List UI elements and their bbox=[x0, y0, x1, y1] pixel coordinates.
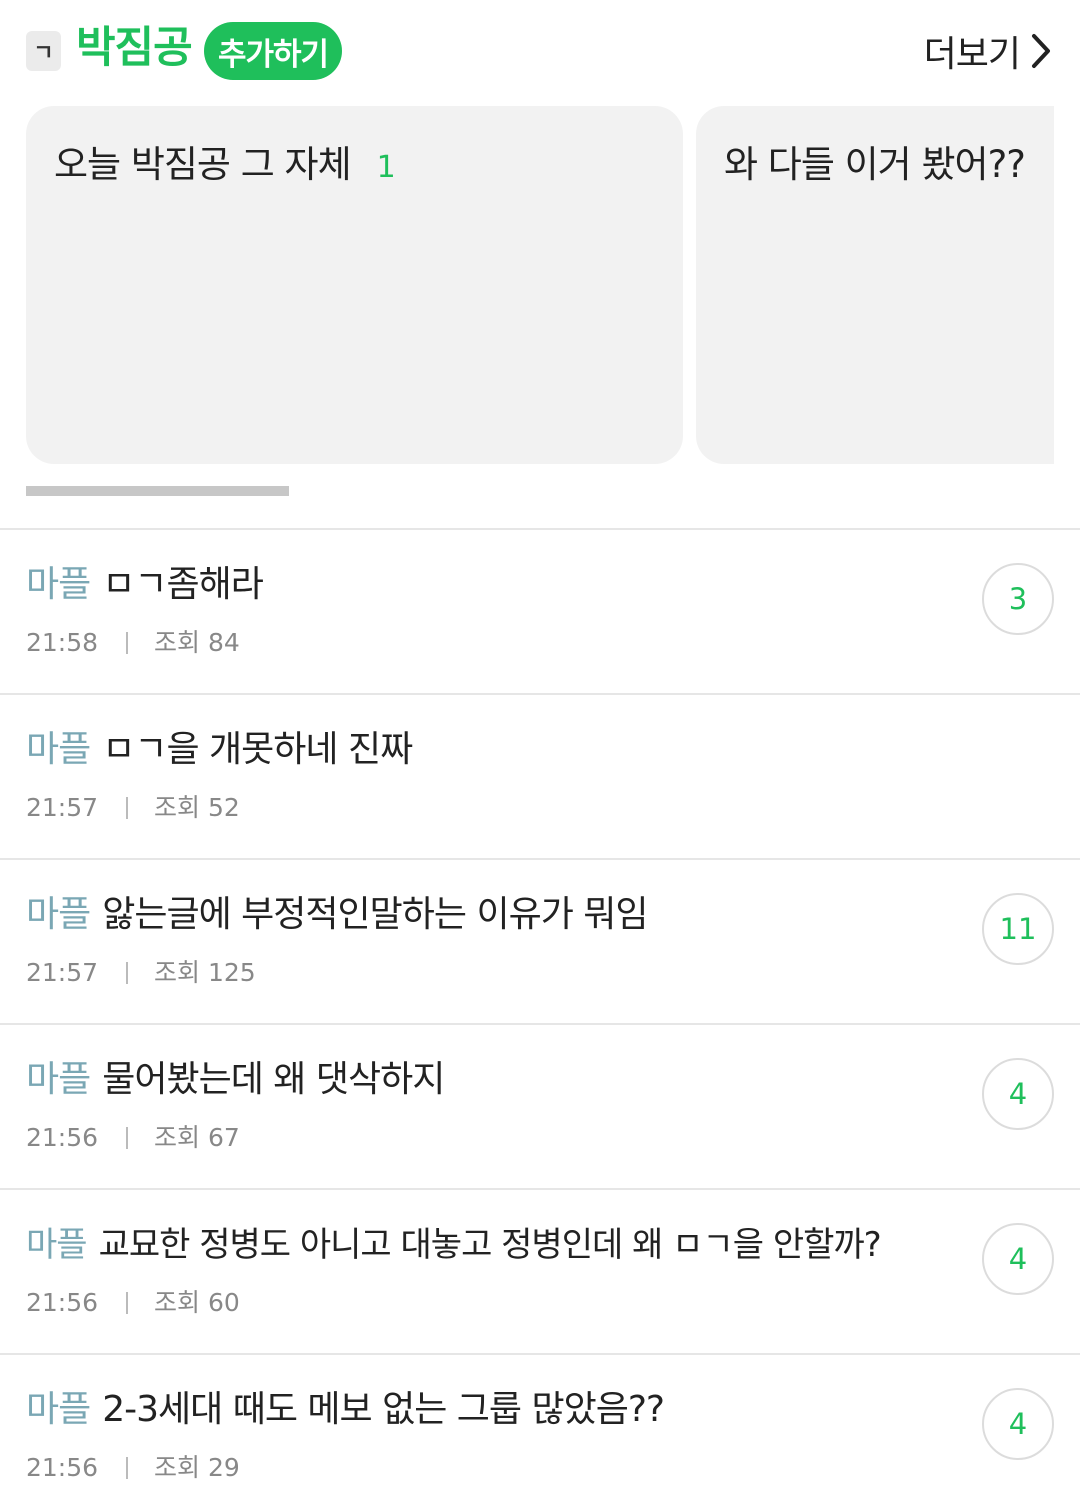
chevron-right-icon bbox=[1032, 34, 1050, 68]
post-tag: 마플 bbox=[26, 729, 91, 770]
post-views: 조회 84 bbox=[154, 628, 240, 657]
post-title: 마플 앓는글에 부정적인말하는 이유가 뭐임 bbox=[26, 894, 649, 935]
meta-separator bbox=[126, 632, 129, 654]
post-views: 조회 125 bbox=[154, 958, 256, 987]
post-time: 21:57 bbox=[26, 793, 99, 822]
post-views: 조회 29 bbox=[154, 1453, 240, 1482]
list-item[interactable]: 마플 ㅁㄱ좀해라 21:58 조회 84 3 bbox=[0, 530, 1080, 695]
featured-card-count: 1 bbox=[376, 150, 396, 185]
post-time: 21:56 bbox=[26, 1123, 99, 1152]
post-views: 조회 60 bbox=[154, 1288, 240, 1317]
post-meta: 21:57 조회 125 bbox=[26, 956, 256, 990]
featured-card-title: 오늘 박짐공 그 자체 1 bbox=[54, 143, 396, 186]
post-title: 마플 물어봤는데 왜 댓삭하지 bbox=[26, 1059, 445, 1100]
post-tag: 마플 bbox=[26, 1389, 91, 1430]
post-time: 21:58 bbox=[26, 628, 99, 657]
meta-separator bbox=[126, 1292, 129, 1314]
post-views: 조회 52 bbox=[154, 793, 240, 822]
post-time: 21:56 bbox=[26, 1453, 99, 1482]
more-label: 더보기 bbox=[923, 34, 1021, 75]
post-time: 21:57 bbox=[26, 958, 99, 987]
post-title: 마플 2-3세대 때도 메보 없는 그룹 많았음?? bbox=[26, 1389, 665, 1430]
post-tag: 마플 bbox=[26, 894, 91, 935]
post-meta: 21:56 조회 67 bbox=[26, 1121, 240, 1155]
post-title: 마플 ㅁㄱ좀해라 bbox=[26, 564, 264, 605]
post-tag: 마플 bbox=[26, 1059, 91, 1100]
meta-separator bbox=[126, 1127, 129, 1149]
list-item[interactable]: 마플 2-3세대 때도 메보 없는 그룹 많았음?? 21:56 조회 29 4 bbox=[0, 1355, 1080, 1512]
post-views: 조회 67 bbox=[154, 1123, 240, 1152]
post-title: 마플 ㅁㄱ을 개못하네 진짜 bbox=[26, 729, 413, 770]
featured-card[interactable]: 와 다들 이거 봤어?? bbox=[696, 106, 1054, 464]
featured-card[interactable]: 오늘 박짐공 그 자체 1 bbox=[26, 106, 683, 464]
board-header: ㄱ 박짐공 추가하기 더보기 bbox=[0, 0, 1080, 100]
add-board-button[interactable]: 추가하기 bbox=[204, 22, 342, 80]
list-item[interactable]: 마플 교묘한 정병도 아니고 대놓고 정병인데 왜 ㅁㄱ을 안할까? 21:56 조… bbox=[0, 1190, 1080, 1355]
post-meta: 21:56 조회 29 bbox=[26, 1451, 240, 1485]
carousel-scroll-indicator bbox=[26, 486, 289, 496]
post-title: 마플 교묘한 정병도 아니고 대놓고 정병인데 왜 ㅁㄱ을 안할까? bbox=[26, 1225, 882, 1265]
post-meta: 21:56 조회 60 bbox=[26, 1286, 240, 1320]
post-time: 21:56 bbox=[26, 1288, 99, 1317]
more-link[interactable]: 더보기 bbox=[924, 26, 1052, 76]
reply-count-badge[interactable]: 4 bbox=[982, 1388, 1054, 1460]
featured-carousel[interactable]: 오늘 박짐공 그 자체 1 와 다들 이거 봤어?? bbox=[26, 106, 1054, 464]
post-meta: 21:58 조회 84 bbox=[26, 626, 240, 660]
post-meta: 21:57 조회 52 bbox=[26, 791, 240, 825]
board-title[interactable]: 박짐공 bbox=[76, 20, 193, 76]
meta-separator bbox=[126, 1457, 129, 1479]
post-tag: 마플 bbox=[26, 1225, 88, 1265]
post-tag: 마플 bbox=[26, 564, 91, 605]
featured-card-title: 와 다들 이거 봤어?? bbox=[724, 143, 1026, 186]
reply-count-badge[interactable]: 4 bbox=[982, 1223, 1054, 1295]
meta-separator bbox=[126, 962, 129, 984]
category-badge[interactable]: ㄱ bbox=[26, 31, 61, 71]
list-item[interactable]: 마플 ㅁㄱ을 개못하네 진짜 21:57 조회 52 bbox=[0, 695, 1080, 860]
list-item[interactable]: 마플 물어봤는데 왜 댓삭하지 21:56 조회 67 4 bbox=[0, 1025, 1080, 1190]
list-item[interactable]: 마플 앓는글에 부정적인말하는 이유가 뭐임 21:57 조회 125 11 bbox=[0, 860, 1080, 1025]
reply-count-badge[interactable]: 3 bbox=[982, 563, 1054, 635]
reply-count-badge[interactable]: 4 bbox=[982, 1058, 1054, 1130]
reply-count-badge[interactable]: 11 bbox=[982, 893, 1054, 965]
meta-separator bbox=[126, 797, 129, 819]
